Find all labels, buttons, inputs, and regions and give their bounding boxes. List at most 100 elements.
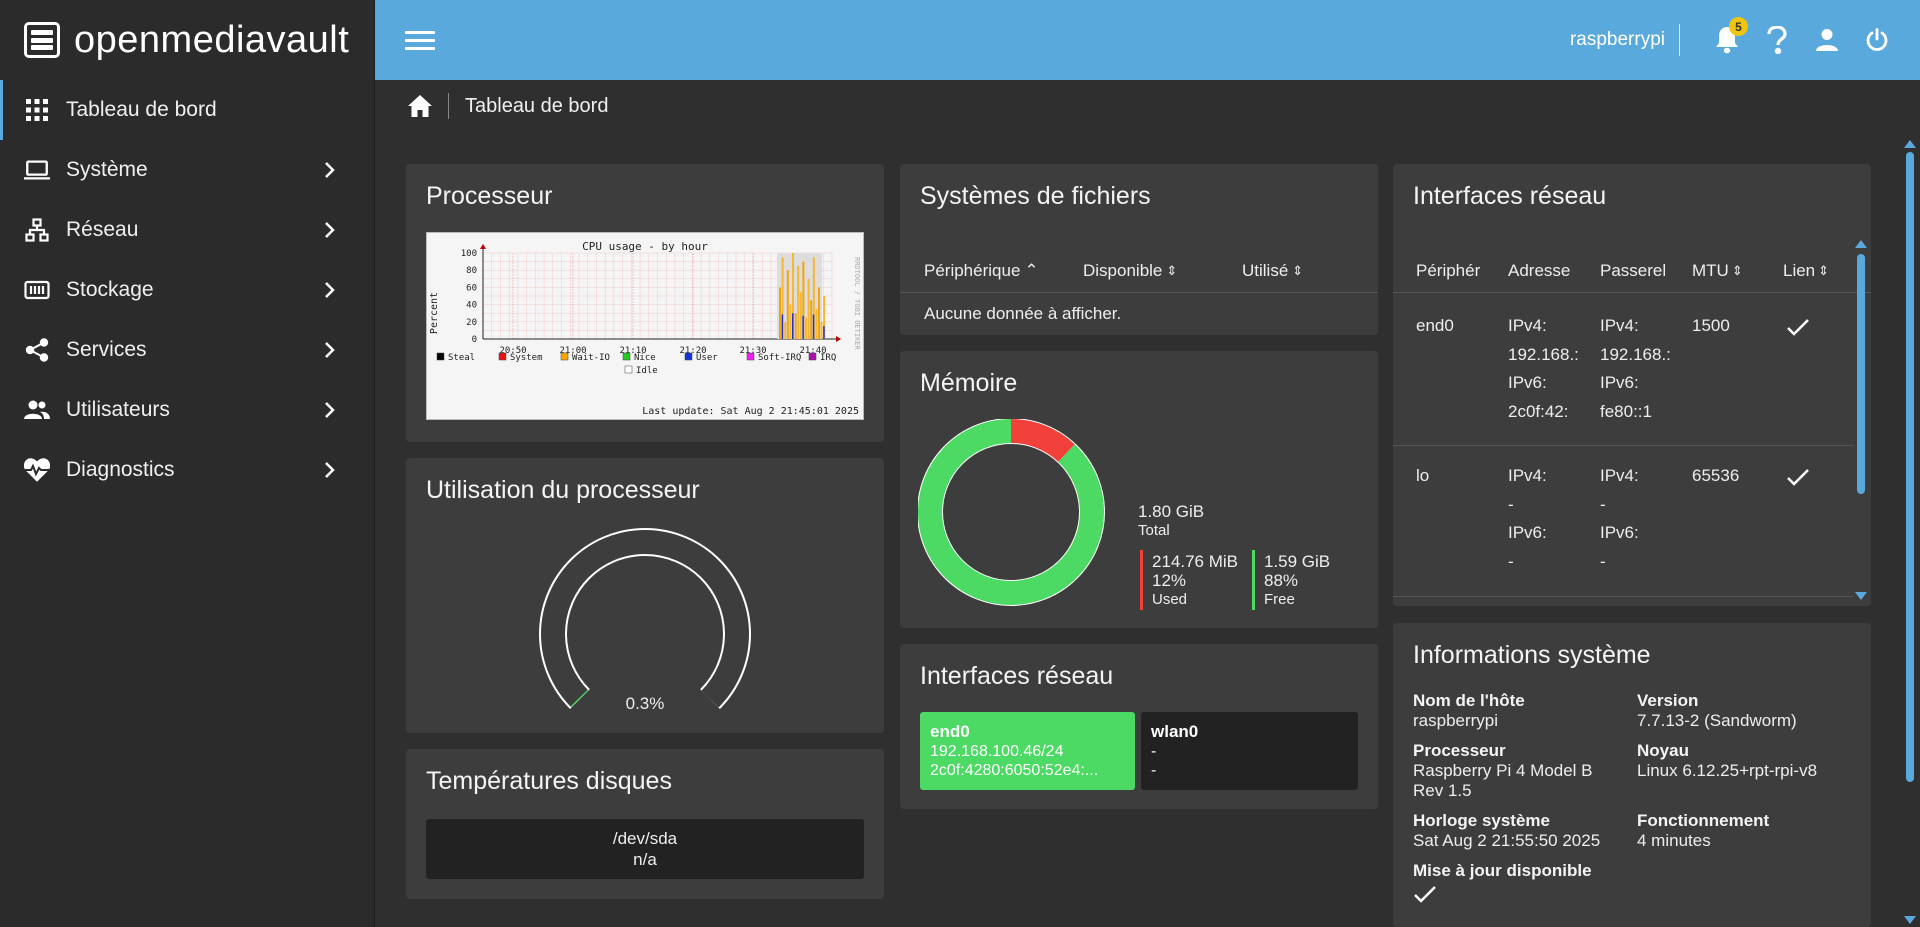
sidebar-item-diagnostics[interactable]: Diagnostics [0, 440, 374, 500]
cpu-usage-value: 0.3% [625, 694, 665, 713]
help-button[interactable] [1762, 25, 1792, 55]
table-scroll-up-icon[interactable] [1855, 240, 1867, 248]
user-button[interactable] [1812, 25, 1842, 55]
sidebar-item-label: Système [66, 158, 148, 181]
breadcrumb-separator [448, 93, 449, 119]
column-header-device[interactable]: Périphér [1416, 261, 1486, 281]
table-cell-device: lo [1416, 466, 1430, 485]
column-label: Utilisé [1242, 260, 1289, 280]
sidebar-item-label: Services [66, 338, 147, 361]
column-header-mtu[interactable]: MTU ⇕ [1692, 261, 1762, 281]
memory-total: 1.80 GiB Total [1138, 502, 1204, 540]
address-line: - [1508, 494, 1514, 514]
nic-tile-end0[interactable]: end0 192.168.100.46/24 2c0f:4280:6050:52… [920, 712, 1135, 790]
home-icon[interactable] [406, 92, 434, 120]
table-cell-mtu: 1500 [1692, 316, 1730, 335]
column-label: Lien [1783, 260, 1816, 280]
dashboard-icon [24, 97, 50, 123]
network-tiles-card: Interfaces réseau end0 192.168.100.46/24… [900, 644, 1378, 809]
table-cell-gateway: IPv4: - IPv6: - [1600, 462, 1675, 576]
card-title: Informations système [1413, 641, 1651, 669]
scroll-down-icon[interactable] [1904, 916, 1916, 924]
chevron-right-icon [325, 342, 335, 358]
sidebar-item-network[interactable]: Réseau [0, 200, 374, 260]
scroll-up-icon[interactable] [1904, 140, 1916, 148]
laptop-icon [24, 157, 50, 183]
notifications-button[interactable]: 5 [1712, 17, 1748, 55]
hostname: raspberrypi [1569, 29, 1665, 50]
legend-swatch [436, 352, 445, 361]
sysinfo-value: Rev 1.5 [1413, 781, 1472, 800]
legend-swatch [498, 352, 507, 361]
sidebar-nav: Tableau de bord Système Réseau Stockage [0, 80, 374, 500]
memory-used-value: 214.76 MiB [1152, 552, 1238, 571]
page-scrollbar-thumb[interactable] [1906, 152, 1914, 782]
chart-ytick: 0 [472, 335, 477, 345]
divider [1679, 24, 1680, 56]
chart-waitio-bar [799, 291, 802, 339]
hamburger-menu-icon[interactable] [405, 25, 435, 55]
memory-used-label: Used [1152, 591, 1188, 608]
page-scrollbar[interactable] [1904, 140, 1916, 927]
topbar-actions: raspberrypi 5 [1569, 17, 1892, 56]
sort-icon: ⇕ [1731, 262, 1743, 278]
chart-ytick: 40 [466, 301, 477, 311]
sidebar: openmediavault Tableau de bord Système R… [0, 0, 375, 927]
heartbeat-icon [24, 457, 50, 483]
table-cell-mtu: 65536 [1692, 466, 1740, 485]
chart-waitio-bar [779, 287, 781, 339]
column-header-gateway[interactable]: Passerel [1600, 261, 1670, 281]
check-icon [1414, 886, 1436, 903]
row-divider [1393, 445, 1853, 446]
sysinfo-value: 7.7.13-2 (Sandworm) [1637, 711, 1797, 730]
table-scroll-down-icon[interactable] [1855, 592, 1867, 600]
memory-total-value: 1.80 GiB [1138, 502, 1205, 521]
logo[interactable]: openmediavault [0, 0, 374, 80]
nic-name: wlan0 [1151, 722, 1199, 741]
memory-free-slice [918, 419, 1104, 605]
card-title: Processeur [426, 182, 553, 210]
sidebar-item-storage[interactable]: Stockage [0, 260, 374, 320]
sidebar-item-users[interactable]: Utilisateurs [0, 380, 374, 440]
memory-used: 214.76 MiB 12% Used [1152, 552, 1238, 609]
gateway-line: IPv4: [1600, 466, 1639, 485]
chart-user-bar [823, 326, 825, 339]
legend-swatch [622, 352, 631, 361]
column-label: MTU [1692, 260, 1729, 280]
column-header-used[interactable]: Utilisé ⇕ [1242, 261, 1303, 281]
card-title: Interfaces réseau [1413, 182, 1607, 210]
column-header-link[interactable]: Lien ⇕ [1783, 261, 1853, 281]
sidebar-item-label: Réseau [66, 218, 139, 241]
gateway-line: - [1600, 494, 1606, 514]
column-header-available[interactable]: Disponible ⇕ [1083, 261, 1177, 281]
chart-ylabel: Percent [429, 292, 440, 334]
sidebar-item-label: Utilisateurs [66, 398, 170, 421]
sidebar-item-services[interactable]: Services [0, 320, 374, 380]
chart-waitio-bar [784, 321, 787, 339]
table-scrollbar-thumb[interactable] [1857, 254, 1865, 494]
column-label: Adresse [1508, 260, 1571, 280]
legend-swatch [560, 352, 569, 361]
power-button[interactable] [1862, 25, 1892, 55]
cpu-gauge [539, 528, 751, 709]
address-line: - [1508, 551, 1514, 571]
card-title: Systèmes de fichiers [920, 182, 1151, 210]
column-header-address[interactable]: Adresse [1508, 261, 1578, 281]
logo-icon [24, 22, 60, 58]
sysinfo-label: Noyau [1637, 741, 1689, 760]
disk-temp-tile: /dev/sda n/a [426, 819, 864, 879]
gateway-line: IPv6: [1600, 523, 1639, 542]
sidebar-item-system[interactable]: Système [0, 140, 374, 200]
sysinfo-label: Fonctionnement [1637, 811, 1770, 830]
sidebar-item-dashboard[interactable]: Tableau de bord [0, 80, 374, 140]
chart-ytick: 60 [466, 283, 477, 293]
memory-free-label: Free [1264, 591, 1295, 608]
table-cell-gateway: IPv4: 192.168.: IPv6: fe80::1 [1600, 312, 1675, 426]
chart-user-bar [781, 314, 784, 339]
chart-waitio-bar [807, 278, 810, 339]
gateway-line: - [1600, 551, 1606, 571]
disk-device: /dev/sda [612, 829, 678, 848]
chevron-right-icon [325, 402, 335, 418]
nic-tile-wlan0[interactable]: wlan0 - - [1141, 712, 1358, 790]
column-header-device[interactable]: Périphérique ⌃ [924, 261, 1039, 281]
